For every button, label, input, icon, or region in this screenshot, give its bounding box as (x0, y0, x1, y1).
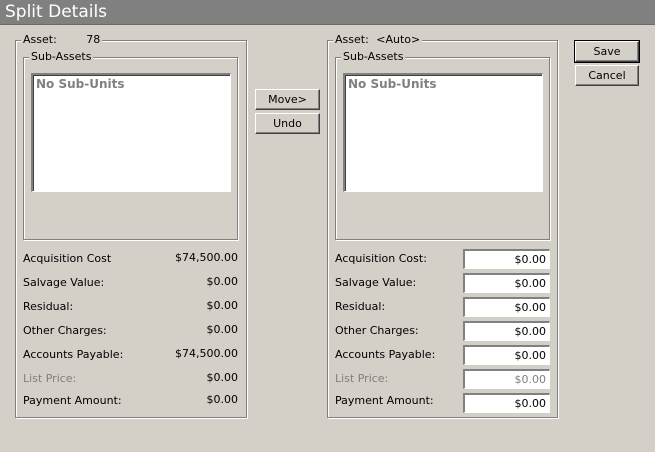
right-subassets-list[interactable]: No Sub-Units (343, 73, 543, 192)
left-residual-label: Residual: (23, 300, 74, 313)
right-list-empty-text: No Sub-Units (348, 77, 437, 91)
save-button[interactable]: Save (574, 40, 640, 63)
right-acquisition-cost-label: Acquisition Cost: (335, 252, 427, 265)
undo-button[interactable]: Undo (255, 113, 320, 134)
left-acquisition-cost-label: Acquisition Cost (23, 252, 112, 265)
left-accounts-payable-value: $74,500.00 (175, 347, 238, 360)
left-acquisition-cost-value: $74,500.00 (175, 251, 238, 264)
left-other-charges-label: Other Charges: (23, 324, 107, 337)
list-price-field (463, 369, 550, 389)
right-subassets-label: Sub-Assets (341, 50, 406, 63)
other-charges-field[interactable] (463, 321, 550, 341)
right-asset-value: <Auto> (376, 33, 421, 46)
right-salvage-value-label: Salvage Value: (335, 276, 417, 289)
left-list-price-value: $0.00 (206, 371, 239, 384)
residual-field[interactable] (463, 297, 550, 317)
left-payment-amount-value: $0.00 (206, 393, 239, 406)
left-salvage-value-value: $0.00 (206, 275, 239, 288)
acquisition-cost-field[interactable] (463, 249, 550, 269)
left-accounts-payable-label: Accounts Payable: (23, 348, 124, 361)
salvage-value-field[interactable] (463, 273, 550, 293)
window-title: Split Details (0, 0, 655, 25)
left-asset-label: Asset: (23, 33, 57, 46)
right-accounts-payable-label: Accounts Payable: (335, 348, 436, 361)
move-button[interactable]: Move> (255, 89, 320, 110)
left-asset-legend: Asset: 78 (21, 33, 103, 46)
right-list-price-label: List Price: (335, 372, 389, 385)
left-payment-amount-label: Payment Amount: (23, 394, 122, 407)
left-other-charges-value: $0.00 (206, 323, 239, 336)
left-asset-value: 78 (86, 33, 101, 46)
right-payment-amount-label: Payment Amount: (335, 394, 434, 407)
right-asset-legend: Asset: <Auto> (333, 33, 423, 46)
left-subassets-list[interactable]: No Sub-Units (31, 73, 231, 192)
left-salvage-value-label: Salvage Value: (23, 276, 105, 289)
payment-amount-field[interactable] (463, 393, 550, 413)
right-other-charges-label: Other Charges: (335, 324, 419, 337)
left-subassets-label: Sub-Assets (29, 50, 94, 63)
cancel-button[interactable]: Cancel (575, 65, 639, 86)
accounts-payable-field[interactable] (463, 345, 550, 365)
right-asset-label: Asset: (335, 33, 369, 46)
left-residual-value: $0.00 (206, 299, 239, 312)
left-list-empty-text: No Sub-Units (36, 77, 125, 91)
right-residual-label: Residual: (335, 300, 386, 313)
left-list-price-label: List Price: (23, 372, 77, 385)
